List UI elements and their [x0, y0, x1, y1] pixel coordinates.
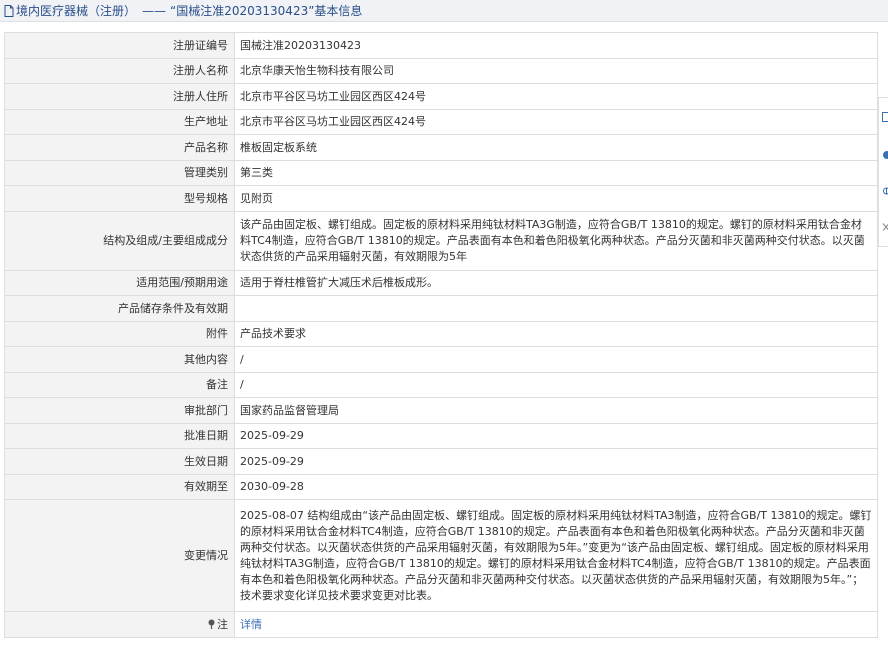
row-value: 2030-09-28: [234, 474, 878, 500]
row-label: 注册人名称: [4, 58, 235, 84]
row-label: 审批部门: [4, 397, 235, 424]
table-row: 结构及组成/主要组成成分 该产品由固定板、螺钉组成。固定板的原材料采用纯钛材料T…: [4, 211, 878, 271]
table-row: 型号规格 见附页: [4, 185, 878, 212]
row-label: 备注: [4, 372, 235, 398]
row-value: 北京市平谷区马坊工业园区西区424号: [234, 109, 878, 135]
row-label: 适用范围/预期用途: [4, 270, 235, 296]
table-row: 管理类别 第三类: [4, 160, 878, 186]
table-row: 产品名称 椎板固定板系统: [4, 134, 878, 161]
header-record-title: “国械注准20203130423”基本信息: [170, 4, 363, 18]
row-value: 适用于脊柱椎管扩大减压术后椎板成形。: [234, 270, 878, 296]
share-icon[interactable]: [882, 186, 888, 196]
table-row: 产品储存条件及有效期: [4, 295, 878, 322]
header-category: 境内医疗器械（注册）: [16, 4, 137, 18]
page-header: 境内医疗器械（注册） —— “国械注准20203130423”基本信息: [0, 0, 888, 22]
row-label: 产品储存条件及有效期: [4, 295, 235, 322]
row-label: 注册人住所: [4, 83, 235, 110]
row-label: 批准日期: [4, 423, 235, 449]
row-label: 管理类别: [4, 160, 235, 186]
table-row: 批准日期 2025-09-29: [4, 423, 878, 449]
table-row: 附件 产品技术要求: [4, 321, 878, 347]
row-label: 生效日期: [4, 448, 235, 475]
row-value: 北京华康天怡生物科技有限公司: [234, 58, 878, 84]
row-label: 生产地址: [4, 109, 235, 135]
row-value: 2025-09-29: [234, 448, 878, 475]
row-value: 椎板固定板系统: [234, 134, 878, 161]
info-icon[interactable]: [882, 150, 888, 160]
note-label-cell: 注: [4, 611, 235, 638]
note-value: 详情: [234, 611, 878, 638]
close-icon[interactable]: [882, 222, 888, 232]
note-label: 注: [217, 617, 228, 631]
row-label: 产品名称: [4, 134, 235, 161]
row-label: 结构及组成/主要组成成分: [4, 211, 235, 271]
info-table: 注册证编号 国械注准20203130423 注册人名称 北京华康天怡生物科技有限…: [4, 32, 878, 638]
document-icon[interactable]: [882, 112, 888, 122]
row-value: [234, 295, 878, 322]
table-row: 变更情况 2025-08-07 结构组成由“该产品由固定板、螺钉组成。固定板的原…: [4, 499, 878, 612]
row-label: 附件: [4, 321, 235, 347]
table-row: 注册证编号 国械注准20203130423: [4, 32, 878, 59]
table-row: 适用范围/预期用途 适用于脊柱椎管扩大减压术后椎板成形。: [4, 270, 878, 296]
row-value: 2025-09-29: [234, 423, 878, 449]
header-separator: ——: [142, 3, 167, 18]
table-row: 备注 /: [4, 372, 878, 398]
row-label: 变更情况: [4, 499, 235, 612]
table-row: 生效日期 2025-09-29: [4, 448, 878, 475]
table-row: 其他内容 /: [4, 346, 878, 373]
row-value: 国械注准20203130423: [234, 32, 878, 59]
row-value: 国家药品监督管理局: [234, 397, 878, 424]
table-row: 有效期至 2030-09-28: [4, 474, 878, 500]
table-row: 审批部门 国家药品监督管理局: [4, 397, 878, 424]
row-label: 其他内容: [4, 346, 235, 373]
row-label: 注册证编号: [4, 32, 235, 59]
row-label: 有效期至: [4, 474, 235, 500]
table-row: 注册人名称 北京华康天怡生物科技有限公司: [4, 58, 878, 84]
row-value: 产品技术要求: [234, 321, 878, 347]
row-value: 2025-08-07 结构组成由“该产品由固定板、螺钉组成。固定板的原材料采用纯…: [234, 499, 878, 612]
row-value: /: [234, 372, 878, 398]
row-value: 北京市平谷区马坊工业园区西区424号: [234, 83, 878, 110]
row-value: 第三类: [234, 160, 878, 186]
table-row: 生产地址 北京市平谷区马坊工业园区西区424号: [4, 109, 878, 135]
details-link[interactable]: 详情: [240, 618, 262, 631]
row-value: 见附页: [234, 185, 878, 212]
table-row: 注 详情: [4, 611, 878, 638]
pin-icon: [208, 619, 215, 629]
row-label: 型号规格: [4, 185, 235, 212]
row-value: /: [234, 346, 878, 373]
side-toolbar: [878, 97, 888, 247]
row-value: 该产品由固定板、螺钉组成。固定板的原材料采用纯钛材料TA3G制造，应符合GB/T…: [234, 211, 878, 271]
table-row: 注册人住所 北京市平谷区马坊工业园区西区424号: [4, 83, 878, 110]
document-icon: [4, 4, 14, 17]
